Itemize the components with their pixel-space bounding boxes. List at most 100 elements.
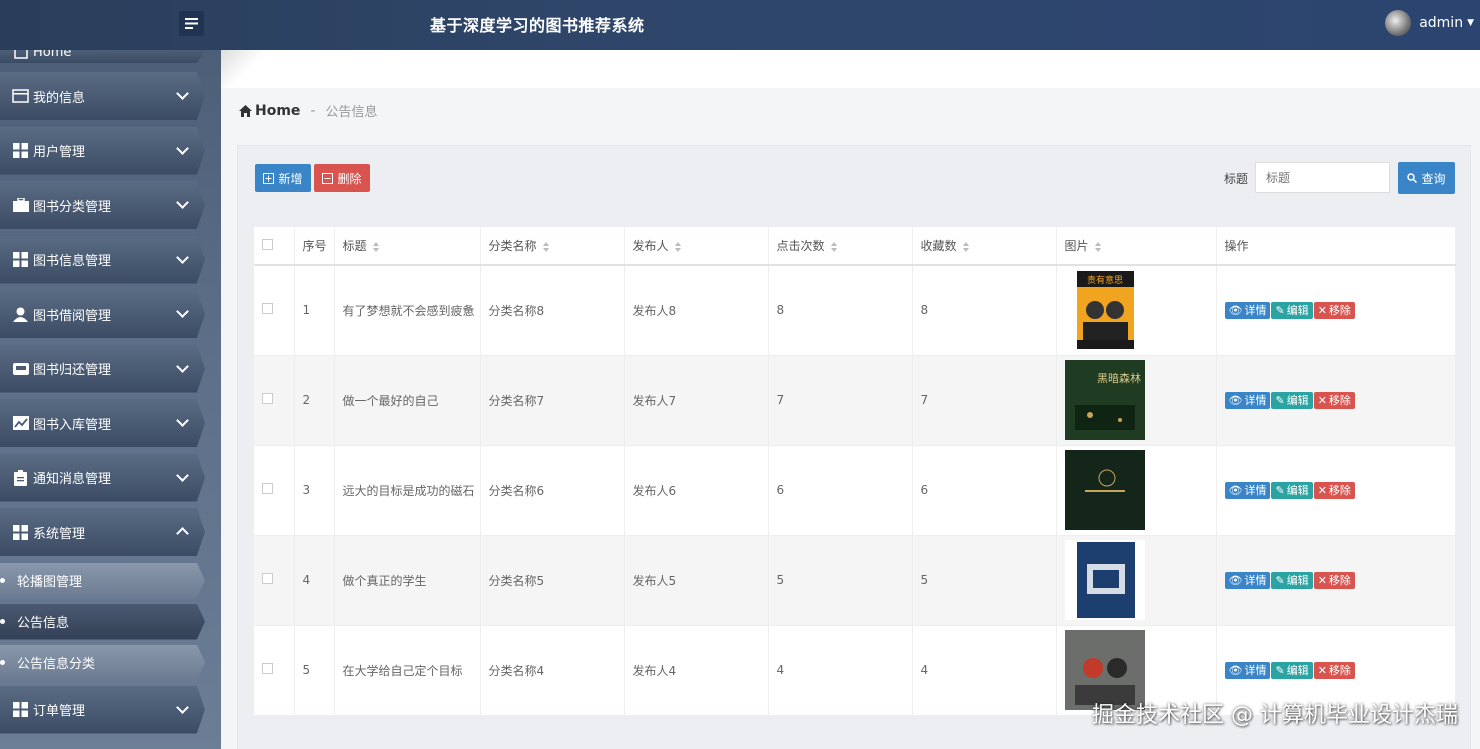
table-row: 2 做一个最好的自己 分类名称7 发布人7 7 7 黑暗森林 👁 详情 ✎ 编辑 ✕ 移除	[254, 355, 1456, 446]
sidebar-item-stock-in[interactable]: 图书入库管理	[0, 399, 205, 447]
column-header[interactable]: 标题	[334, 227, 481, 266]
sidebar: Home 我的信息 用户管理 图书分类管理 图书信息管理 图书借阅管理 图书归还…	[0, 50, 221, 749]
cell-category: 分类名称7	[480, 355, 625, 446]
menu-toggle-button[interactable]	[179, 11, 204, 36]
user-icon	[12, 306, 29, 323]
sidebar-item-home[interactable]: Home	[0, 50, 205, 63]
column-header: 操作	[1216, 227, 1456, 266]
cell-clicks: 6	[768, 445, 913, 536]
row-checkbox[interactable]	[262, 663, 273, 674]
sidebar-item-book-info[interactable]: 图书信息管理	[0, 235, 205, 284]
edit-button[interactable]: ✎ 编辑	[1271, 391, 1313, 409]
query-button[interactable]: 查询	[1398, 162, 1455, 194]
detail-button[interactable]: 👁 详情	[1224, 661, 1271, 679]
cell-actions: 👁 详情 ✎ 编辑 ✕ 移除	[1216, 445, 1456, 536]
inbox-icon	[12, 360, 29, 377]
detail-button[interactable]: 👁 详情	[1224, 481, 1271, 499]
chevron-down-icon	[176, 700, 189, 714]
sidebar-item-label: 通知消息管理	[33, 472, 112, 487]
edit-button[interactable]: ✎ 编辑	[1271, 481, 1313, 499]
content-panel: 新增 删除 标题 查询 序号 标题 分类名称 发布人 点击次数 收藏数	[237, 145, 1471, 749]
row-checkbox[interactable]	[262, 303, 273, 315]
edit-button[interactable]: ✎ 编辑	[1271, 571, 1313, 589]
sidebar-subitem-notice[interactable]: 公告信息	[0, 603, 205, 640]
column-header[interactable]: 收藏数	[912, 227, 1057, 266]
remove-button[interactable]: ✕ 移除	[1313, 661, 1355, 679]
column-header-label: 图片	[1064, 239, 1089, 253]
cell-title: 在大学给自己定个目标	[334, 625, 481, 716]
breadcrumb-current: 公告信息	[325, 105, 378, 120]
edit-button[interactable]: ✎ 编辑	[1271, 301, 1313, 319]
close-icon: ✕	[1317, 573, 1327, 587]
cell-favorites: 8	[912, 265, 1057, 356]
cell-favorites: 7	[912, 355, 1057, 446]
book-cover-image	[1064, 540, 1145, 620]
sidebar-item-system[interactable]: 系统管理	[0, 508, 205, 556]
clipboard-icon	[12, 469, 29, 486]
close-icon: ✕	[1317, 663, 1327, 677]
remove-button[interactable]: ✕ 移除	[1313, 571, 1355, 589]
detail-button[interactable]: 👁 详情	[1224, 301, 1271, 319]
sidebar-item-orders[interactable]: 订单管理	[0, 685, 205, 734]
sidebar-item-return[interactable]: 图书归还管理	[0, 344, 205, 393]
search-input[interactable]	[1255, 162, 1390, 193]
sort-icon	[542, 241, 549, 252]
row-checkbox[interactable]	[262, 483, 273, 494]
remove-button[interactable]: ✕ 移除	[1313, 391, 1355, 409]
select-all-checkbox[interactable]	[262, 238, 273, 250]
search-icon	[1407, 173, 1418, 183]
column-header[interactable]: 图片	[1056, 227, 1217, 266]
row-checkbox[interactable]	[262, 573, 273, 584]
eye-icon: 👁	[1228, 303, 1243, 317]
cell-actions: 👁 详情 ✎ 编辑 ✕ 移除	[1216, 265, 1456, 356]
user-menu[interactable]: admin ▼	[1385, 10, 1474, 36]
edit-button[interactable]: ✎ 编辑	[1271, 661, 1313, 679]
breadcrumb-separator: -	[310, 102, 316, 119]
sidebar-subitem-carousel[interactable]: 轮播图管理	[0, 562, 205, 599]
grid-icon	[12, 142, 29, 159]
cell-title: 有了梦想就不会感到疲惫	[334, 265, 481, 356]
column-header[interactable]: 点击次数	[768, 227, 913, 266]
detail-button[interactable]: 👁 详情	[1224, 571, 1271, 589]
sidebar-item-label: 图书借阅管理	[33, 308, 112, 324]
sidebar-item-my-info[interactable]: 我的信息	[0, 72, 205, 120]
edit-icon: ✎	[1275, 483, 1285, 497]
sidebar-item-label: 图书分类管理	[33, 199, 112, 215]
remove-button[interactable]: ✕ 移除	[1313, 481, 1355, 499]
chevron-down-icon	[176, 141, 189, 155]
cell-publisher: 发布人5	[624, 535, 769, 626]
sidebar-item-book-category[interactable]: 图书分类管理	[0, 181, 205, 229]
eye-icon: 👁	[1228, 483, 1243, 497]
cell-image: 黑暗森林	[1056, 355, 1217, 446]
detail-button[interactable]: 👁 详情	[1224, 391, 1271, 409]
remove-button-label: 移除	[1328, 484, 1351, 497]
sidebar-item-notification[interactable]: 通知消息管理	[0, 453, 205, 502]
menu-icon	[185, 18, 198, 29]
cell-clicks: 8	[768, 265, 913, 356]
breadcrumb-home[interactable]: Home	[255, 103, 300, 119]
delete-button[interactable]: 删除	[314, 164, 370, 192]
cell-favorites: 5	[912, 535, 1057, 626]
sort-icon	[1094, 241, 1101, 252]
column-header[interactable]: 分类名称	[480, 227, 625, 266]
cell-clicks: 5	[768, 535, 913, 626]
cell-category: 分类名称5	[480, 535, 625, 626]
sidebar-subitem-notice-category[interactable]: 公告信息分类	[0, 644, 205, 681]
grid-icon	[12, 251, 29, 268]
sort-icon	[372, 241, 379, 252]
remove-button[interactable]: ✕ 移除	[1313, 301, 1355, 319]
row-checkbox[interactable]	[262, 393, 273, 404]
sidebar-item-user-mgmt[interactable]: 用户管理	[0, 126, 205, 175]
cell-category: 分类名称6	[480, 445, 625, 536]
close-icon: ✕	[1317, 393, 1327, 407]
home-icon	[239, 104, 252, 117]
column-header[interactable]: 发布人	[624, 227, 769, 266]
detail-button-label: 详情	[1244, 394, 1267, 407]
cell-no: 2	[294, 355, 335, 446]
add-button[interactable]: 新增	[255, 164, 311, 192]
sidebar-item-borrow[interactable]: 图书借阅管理	[0, 290, 205, 338]
eye-icon: 👁	[1228, 573, 1243, 587]
edit-icon: ✎	[1275, 303, 1285, 317]
cell-no: 3	[294, 445, 335, 536]
cell-category: 分类名称8	[480, 265, 625, 356]
